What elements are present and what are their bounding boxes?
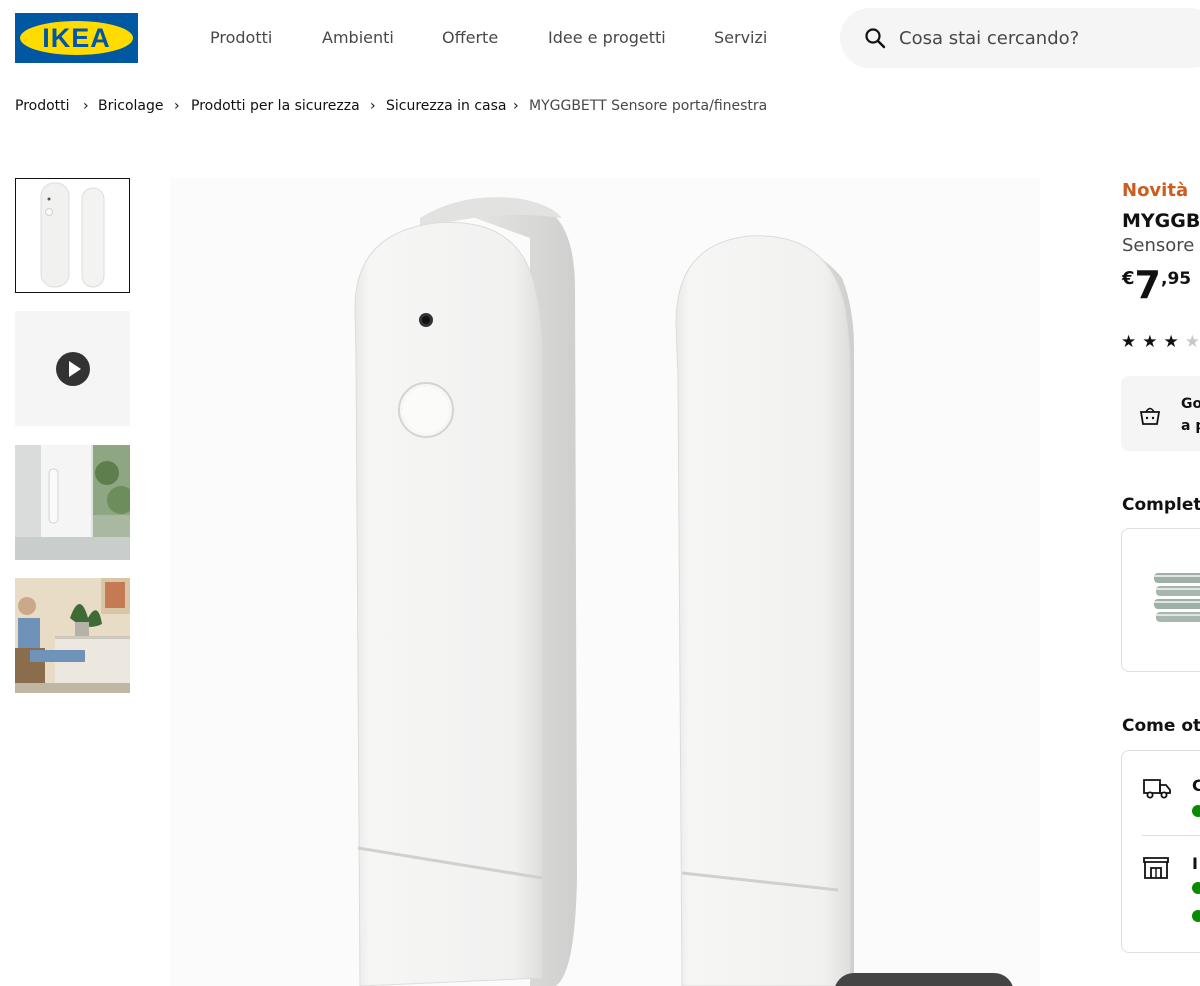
promo-line-1: Go (1181, 396, 1200, 412)
breadcrumb-separator: › (513, 98, 519, 114)
delivery-truck-icon (1143, 779, 1171, 799)
breadcrumb-prodotti[interactable]: Prodotti (15, 98, 70, 114)
breadcrumb-separator: › (83, 98, 89, 114)
breadcrumb-sicurezza-casa[interactable]: Sicurezza in casa (386, 98, 507, 114)
star-icon: ★ (1142, 332, 1164, 352)
store-icon (1143, 857, 1169, 879)
card-divider (1142, 835, 1200, 836)
ikea-logo[interactable]: IKEA (15, 13, 138, 63)
star-icon: ★ (1121, 332, 1143, 352)
star-icon: ★ (1163, 332, 1185, 352)
product-description: Sensore (1122, 235, 1195, 256)
nav-servizi[interactable]: Servizi (714, 28, 767, 47)
search-input[interactable] (899, 23, 1199, 53)
availability-card[interactable]: C I (1121, 750, 1200, 953)
window-photo-image (15, 445, 130, 560)
thumbnail-living-room[interactable] (15, 578, 130, 693)
breadcrumb-current: MYGGBETT Sensore porta/finestra (529, 98, 768, 114)
batteries-image (1154, 573, 1200, 622)
breadcrumb-bricolage[interactable]: Bricolage (98, 98, 163, 114)
nav-ambienti[interactable]: Ambienti (322, 28, 394, 47)
search-icon[interactable] (864, 27, 886, 49)
breadcrumb-separator: › (174, 98, 180, 114)
play-icon (56, 352, 90, 386)
promo-line-2: a p (1181, 418, 1200, 434)
price-decimal: ,95 (1160, 269, 1192, 289)
shopping-bag-icon (1139, 407, 1161, 425)
image-overlay-pill[interactable] (834, 973, 1014, 986)
obtain-section-title: Come ott (1122, 716, 1200, 736)
new-badge: Novità (1122, 180, 1189, 201)
store-availability-dot-2 (1192, 910, 1200, 922)
promo-banner[interactable]: Go a p (1121, 376, 1200, 451)
living-room-photo-image (15, 578, 130, 693)
promo-text: Go a p (1181, 393, 1200, 437)
breadcrumb-separator: › (370, 98, 376, 114)
logo-text: IKEA (42, 22, 111, 53)
nav-offerte[interactable]: Offerte (442, 28, 498, 47)
price-currency: € (1122, 268, 1135, 289)
store-availability-dot (1192, 882, 1200, 894)
rating-stars[interactable]: ★★★★ (1121, 332, 1200, 352)
door-window-sensor-image (354, 197, 854, 986)
delivery-availability-dot (1192, 805, 1200, 817)
accessory-card[interactable] (1121, 528, 1200, 672)
thumbnail-product[interactable] (15, 178, 130, 293)
product-price: €7,95 (1122, 266, 1191, 304)
complete-section-title: Completa (1122, 495, 1200, 515)
logo-oval: IKEA (20, 21, 133, 55)
store-label: I (1192, 854, 1198, 873)
delivery-label: C (1192, 776, 1200, 795)
product-name: MYGGBE (1122, 210, 1200, 232)
nav-prodotti[interactable]: Prodotti (210, 28, 272, 47)
star-empty-icon: ★ (1184, 332, 1200, 352)
thumbnail-video[interactable] (15, 311, 130, 426)
breadcrumb-prodotti-sicurezza[interactable]: Prodotti per la sicurezza (191, 98, 360, 114)
thumbnail-window[interactable] (15, 445, 130, 560)
nav-idee-progetti[interactable]: Idee e progetti (548, 28, 666, 47)
search-bar (840, 8, 1200, 68)
sensor-thumbnail-image (40, 182, 105, 288)
main-product-image[interactable] (170, 178, 1040, 986)
price-integer: 7 (1134, 263, 1161, 307)
